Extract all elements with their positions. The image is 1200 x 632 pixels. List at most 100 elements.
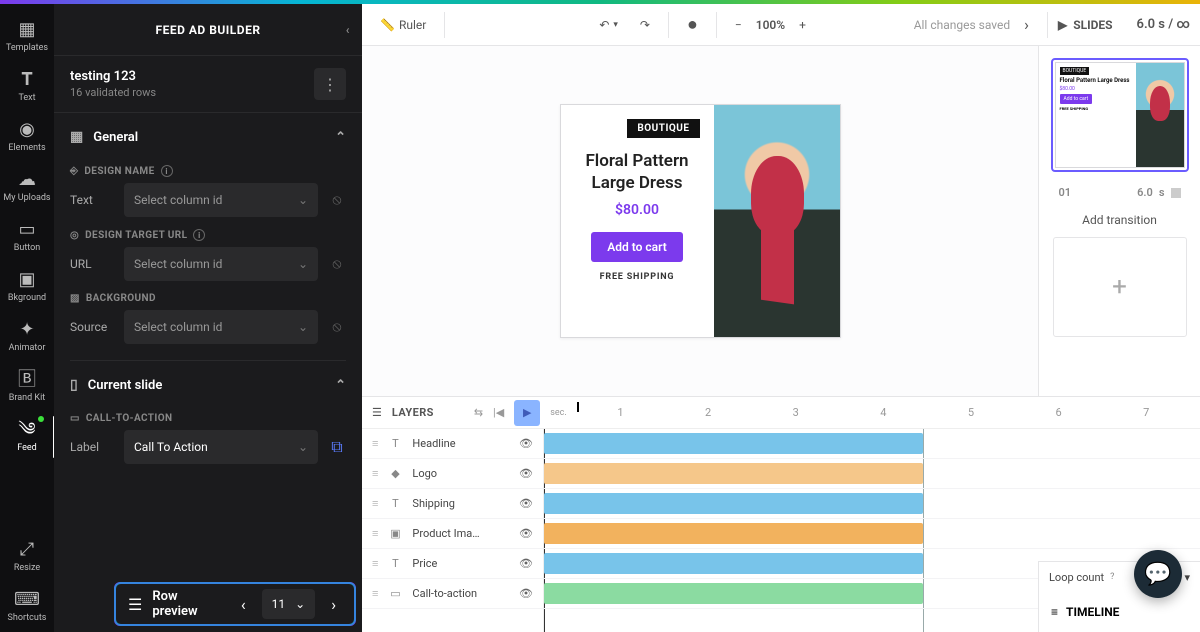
slide-duration-value[interactable]: 6.0 (1137, 186, 1153, 199)
design-name-select[interactable]: Select column id⌄ (124, 183, 318, 217)
clip-bar[interactable] (544, 523, 923, 544)
tl-tool-1[interactable]: ⇆ (474, 406, 483, 419)
layer-name: Product Ima… (412, 527, 479, 540)
layer-name: Headline (412, 437, 455, 450)
tick-mark: 4 (840, 406, 928, 419)
undo-button[interactable]: ↶▾ (591, 12, 626, 38)
redo-button[interactable]: ↷ (632, 12, 658, 38)
clip-bar[interactable] (544, 493, 923, 514)
rail-bkground[interactable]: ▣Bkground (0, 262, 54, 312)
rail-uploads[interactable]: ☁My Uploads (0, 162, 54, 212)
design-name-row: Text Select column id⌄ ⦸ (70, 183, 346, 217)
tl-play-button[interactable]: ▶ (514, 400, 540, 426)
timeline-toggle-button[interactable]: ≡ TIMELINE (1039, 592, 1200, 632)
slides-toggle[interactable]: ▶SLIDES (1058, 18, 1113, 32)
slide-duration-unit: s (1159, 186, 1165, 199)
drag-handle-icon[interactable]: ≡ (372, 557, 378, 570)
info-icon[interactable]: i (193, 229, 205, 241)
add-transition-button[interactable]: Add transition (1082, 213, 1157, 227)
drag-handle-icon[interactable]: ≡ (372, 497, 378, 510)
drag-handle-icon[interactable]: ≡ (372, 527, 378, 540)
rail-templates[interactable]: ▦Templates (0, 12, 54, 62)
layer-row[interactable]: ≡TPrice👁 (362, 549, 543, 579)
rail-resize-label: Resize (14, 563, 40, 573)
rail-animator-label: Animator (9, 343, 46, 353)
clip-bar[interactable] (544, 583, 923, 604)
sidebar-scroll[interactable]: ▦ General ⌃ ⎆ DESIGN NAME i Text Select … (54, 113, 362, 632)
brand-badge: BOUTIQUE (627, 119, 699, 138)
design-shipping: FREE SHIPPING (600, 272, 675, 282)
app-top-gradient (0, 0, 1200, 4)
drag-handle-icon[interactable]: ≡ (372, 467, 378, 480)
play-button[interactable]: ● (679, 8, 706, 41)
drag-handle-icon[interactable]: ≡ (372, 437, 378, 450)
clip-bar[interactable] (544, 463, 923, 484)
rail-elements[interactable]: ◉Elements (0, 112, 54, 162)
next-arrow-button[interactable]: › (1016, 9, 1037, 40)
design-headline: Floral Pattern Large Dress (571, 150, 704, 194)
text-icon: 𝐓 (21, 71, 33, 89)
layer-row[interactable]: ≡TShipping👁 (362, 489, 543, 519)
visibility-icon[interactable]: 👁 (519, 437, 533, 450)
chat-help-button[interactable]: 💬 (1134, 550, 1182, 598)
design-preview[interactable]: BOUTIQUE Floral Pattern Large Dress $80.… (560, 104, 841, 338)
visibility-icon[interactable]: 👁 (519, 467, 533, 480)
rail-feed[interactable]: ༄Feed (0, 412, 54, 462)
rail-shortcuts[interactable]: ⌨Shortcuts (0, 582, 54, 632)
clip-bar[interactable] (544, 553, 923, 574)
collapse-sidebar-icon[interactable]: ‹ (346, 23, 350, 37)
visibility-icon[interactable]: 👁 (519, 587, 533, 600)
visibility-toggle[interactable]: ⦸ (328, 256, 346, 272)
rail-resize[interactable]: ⤢ Resize (0, 532, 54, 582)
animator-icon: ✦ (19, 321, 34, 339)
playhead-marker-icon[interactable] (577, 402, 579, 412)
row-prev-button[interactable]: ‹ (235, 591, 252, 618)
section-general-header[interactable]: ▦ General ⌃ (70, 113, 346, 153)
clip-bar[interactable] (544, 433, 923, 454)
resize-icon: ⤢ (20, 541, 34, 559)
rail-button[interactable]: ▭Button (0, 212, 54, 262)
track-row[interactable] (544, 519, 1200, 549)
background-label: ▨ BACKGROUND (70, 281, 346, 310)
cta-select[interactable]: Call To Action⌄ (124, 430, 318, 464)
track-row[interactable] (544, 429, 1200, 459)
help-icon[interactable]: ? (1110, 572, 1114, 582)
track-row[interactable] (544, 459, 1200, 489)
row-next-button[interactable]: › (325, 591, 342, 618)
drag-handle-icon[interactable]: ≡ (372, 587, 378, 600)
tl-skip-start[interactable]: |◀ (493, 406, 504, 419)
chevron-down-icon: ⌄ (295, 597, 305, 611)
slide-thumb-active[interactable]: BOUTIQUE Floral Pattern Large Dress $80.… (1051, 58, 1189, 172)
ruler-toggle[interactable]: 📏Ruler (372, 12, 434, 38)
sidebar-panel: FEED AD BUILDER ‹ testing 123 16 validat… (54, 4, 362, 632)
visibility-toggle[interactable]: ⦸ (328, 319, 346, 335)
track-row[interactable] (544, 489, 1200, 519)
slide-color-swatch[interactable] (1171, 188, 1181, 198)
info-icon[interactable]: i (161, 165, 173, 177)
zoom-in-button[interactable]: + (791, 12, 814, 38)
project-menu-button[interactable]: ⋮ (314, 68, 346, 100)
layer-row[interactable]: ≡THeadline👁 (362, 429, 543, 459)
layer-type-icon: T (388, 557, 402, 570)
row-number-select[interactable]: 11⌄ (262, 589, 316, 619)
link-icon[interactable]: ⧉ (328, 437, 346, 457)
zoom-out-button[interactable]: − (727, 12, 750, 38)
visibility-icon[interactable]: 👁 (519, 557, 533, 570)
layer-row[interactable]: ≡▣Product Ima…👁 (362, 519, 543, 549)
design-url-prefix: URL (70, 257, 114, 271)
visibility-toggle[interactable]: ⦸ (328, 192, 346, 208)
zoom-level[interactable]: 100% (756, 18, 785, 32)
section-current-slide-header[interactable]: ▯ Current slide ⌃ (70, 361, 346, 401)
rail-animator[interactable]: ✦ Animator (0, 312, 54, 362)
rail-text[interactable]: 𝐓Text (0, 62, 54, 112)
background-select[interactable]: Select column id⌄ (124, 310, 318, 344)
rail-brandkit[interactable]: 🄱Brand Kit (0, 362, 54, 412)
visibility-icon[interactable]: 👁 (519, 527, 533, 540)
layer-row[interactable]: ≡▭Call-to-action👁 (362, 579, 543, 609)
add-slide-button[interactable]: + (1053, 237, 1187, 337)
timeline-ruler[interactable]: 1234567 (577, 406, 1190, 419)
design-url-select[interactable]: Select column id⌄ (124, 247, 318, 281)
visibility-icon[interactable]: 👁 (519, 497, 533, 510)
layer-row[interactable]: ≡◆Logo👁 (362, 459, 543, 489)
canvas[interactable]: BOUTIQUE Floral Pattern Large Dress $80.… (362, 46, 1038, 396)
